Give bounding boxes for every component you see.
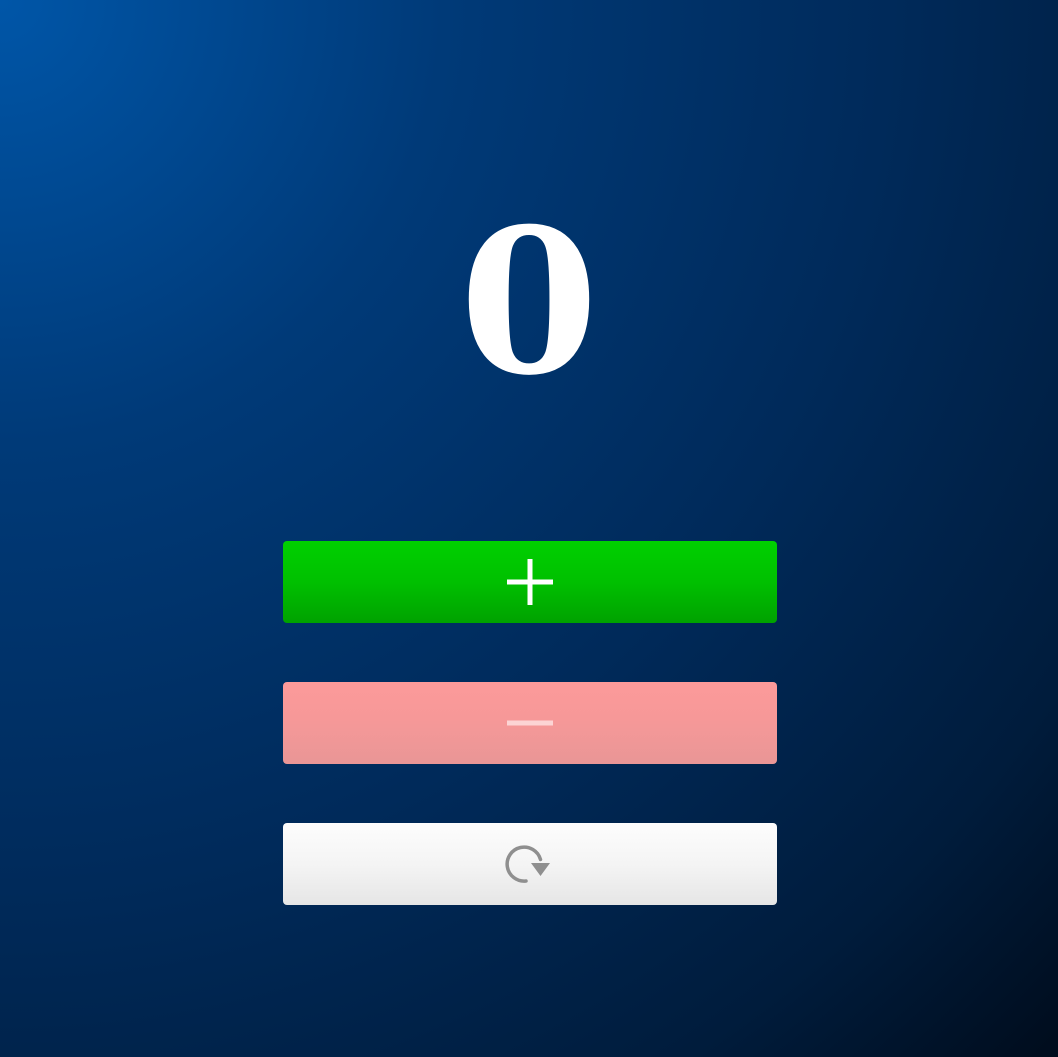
reset-icon [502,839,558,889]
counter-value: 0 [459,185,599,420]
decrement-button[interactable] [283,682,777,764]
reset-button[interactable] [283,823,777,905]
minus-icon [505,718,555,728]
plus-icon [505,557,555,607]
increment-button[interactable] [283,541,777,623]
